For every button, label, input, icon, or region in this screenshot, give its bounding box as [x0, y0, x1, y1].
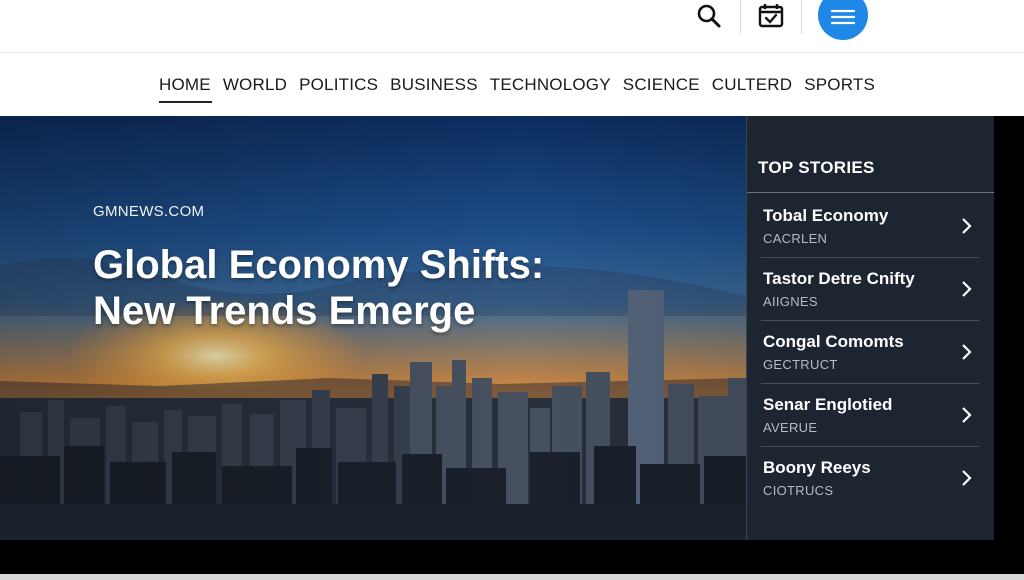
bottom-strip: [0, 574, 1024, 580]
story-item[interactable]: Tastor Detre Cnifty AIIGNES: [747, 258, 979, 321]
story-item[interactable]: Boony Reeys CIOTRUCS: [747, 447, 979, 510]
top-bar: [0, 0, 1024, 53]
story-subtitle: AIIGNES: [763, 294, 818, 309]
story-title: Tobal Economy: [763, 206, 889, 225]
hamburger-menu-icon: [831, 9, 855, 25]
nav-item-science[interactable]: SCIENCE: [617, 75, 706, 95]
top-stories-panel: TOP STORIES Tobal Economy CACRLEN Tastor…: [746, 116, 994, 540]
hero-footer-bar: [0, 504, 746, 540]
toolbar-divider: [740, 0, 741, 34]
nav-item-culture[interactable]: CULTERD: [706, 75, 798, 95]
story-title: Tastor Detre Cnifty: [763, 269, 915, 288]
story-subtitle: AVERUE: [763, 420, 818, 435]
chevron-right-icon: [962, 218, 972, 234]
nav-item-technology[interactable]: TECHNOLOGY: [484, 75, 617, 95]
chevron-right-icon: [962, 407, 972, 423]
hero-headline-line2: New Trends Emerge: [93, 289, 476, 333]
hero-headline-line1: Global Economy Shifts:: [93, 243, 545, 287]
nav-item-business[interactable]: BUSINESS: [384, 75, 484, 95]
calendar-check-icon[interactable]: [754, 0, 788, 32]
story-item[interactable]: Senar Englotied AVERUE: [747, 384, 979, 447]
nav-item-sports[interactable]: SPORTS: [798, 75, 881, 95]
story-title: Senar Englotied: [763, 395, 893, 414]
story-subtitle: CACRLEN: [763, 231, 828, 246]
nav-list: HOME WORLD POLITICS BUSINESS TECHNOLOGY …: [158, 75, 881, 103]
search-icon[interactable]: [692, 0, 726, 32]
nav-item-world[interactable]: WORLD: [217, 75, 293, 95]
hero-source-label: GMNEWS.COM: [93, 203, 205, 220]
chevron-right-icon: [962, 470, 972, 486]
chevron-right-icon: [962, 344, 972, 360]
story-item[interactable]: Congal Comomts GECTRUCT: [747, 321, 979, 384]
divider: [747, 192, 994, 193]
hero-headline[interactable]: Global Economy Shifts: New Trends Emerge: [93, 242, 613, 334]
story-subtitle: CIOTRUCS: [763, 483, 834, 498]
chevron-right-icon: [962, 281, 972, 297]
hamburger-menu-button[interactable]: [818, 0, 868, 40]
hero-banner[interactable]: GMNEWS.COM Global Economy Shifts: New Tr…: [0, 116, 746, 504]
nav-item-politics[interactable]: POLITICS: [293, 75, 384, 95]
top-stories-title: TOP STORIES: [758, 158, 875, 177]
toolbar-divider: [801, 0, 802, 34]
story-item[interactable]: Tobal Economy CACRLEN: [747, 195, 979, 258]
story-title: Congal Comomts: [763, 332, 904, 351]
main-navigation: HOME WORLD POLITICS BUSINESS TECHNOLOGY …: [0, 53, 1024, 116]
story-title: Boony Reeys: [763, 458, 871, 477]
story-subtitle: GECTRUCT: [763, 357, 838, 372]
nav-item-home[interactable]: HOME: [158, 75, 217, 103]
